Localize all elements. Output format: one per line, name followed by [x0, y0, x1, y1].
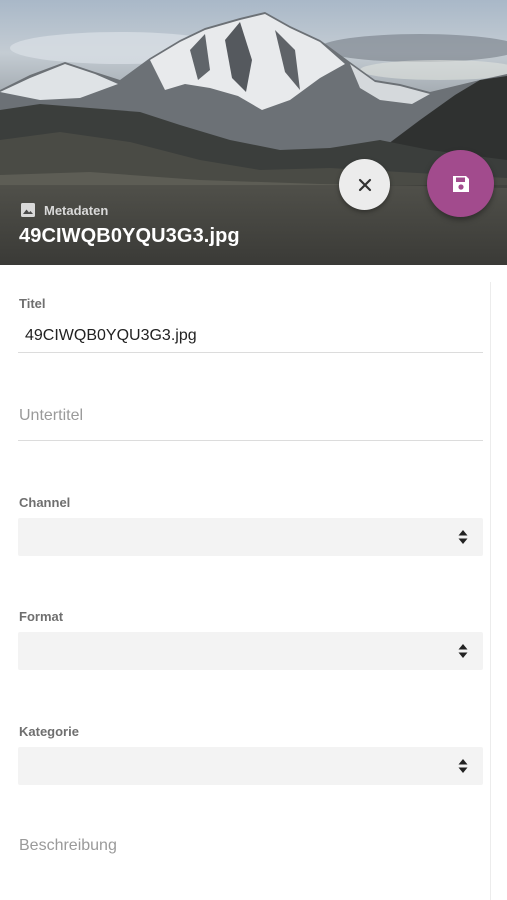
metadata-form [0, 265, 507, 900]
save-button[interactable] [427, 150, 494, 217]
close-icon [358, 178, 371, 191]
metadata-label-text: Metadaten [44, 202, 109, 218]
page-title: 49CIWQB0YQU3G3.jpg [19, 225, 240, 247]
channel-select[interactable] [18, 518, 483, 556]
image-icon [20, 202, 36, 218]
format-label: Format [19, 609, 64, 624]
scrollbar-track [490, 282, 491, 900]
title-input[interactable] [18, 318, 483, 354]
description-input[interactable]: Beschreibung [19, 837, 117, 855]
sort-arrows-icon [458, 759, 468, 773]
category-select[interactable] [18, 747, 483, 785]
format-select[interactable] [18, 632, 483, 670]
title-label: Titel [19, 296, 46, 311]
save-icon [452, 175, 469, 192]
title-underline [18, 352, 483, 353]
sort-arrows-icon [458, 644, 468, 658]
subtitle-input[interactable]: Untertitel [19, 407, 83, 425]
subtitle-underline [18, 440, 483, 441]
close-button[interactable] [339, 159, 390, 210]
sort-arrows-icon [458, 530, 468, 544]
channel-label: Channel [19, 495, 71, 510]
metadata-section-label: Metadaten [20, 201, 108, 219]
header-image: Metadaten 49CIWQB0YQU3G3.jpg [0, 0, 507, 265]
category-label: Kategorie [19, 724, 79, 739]
